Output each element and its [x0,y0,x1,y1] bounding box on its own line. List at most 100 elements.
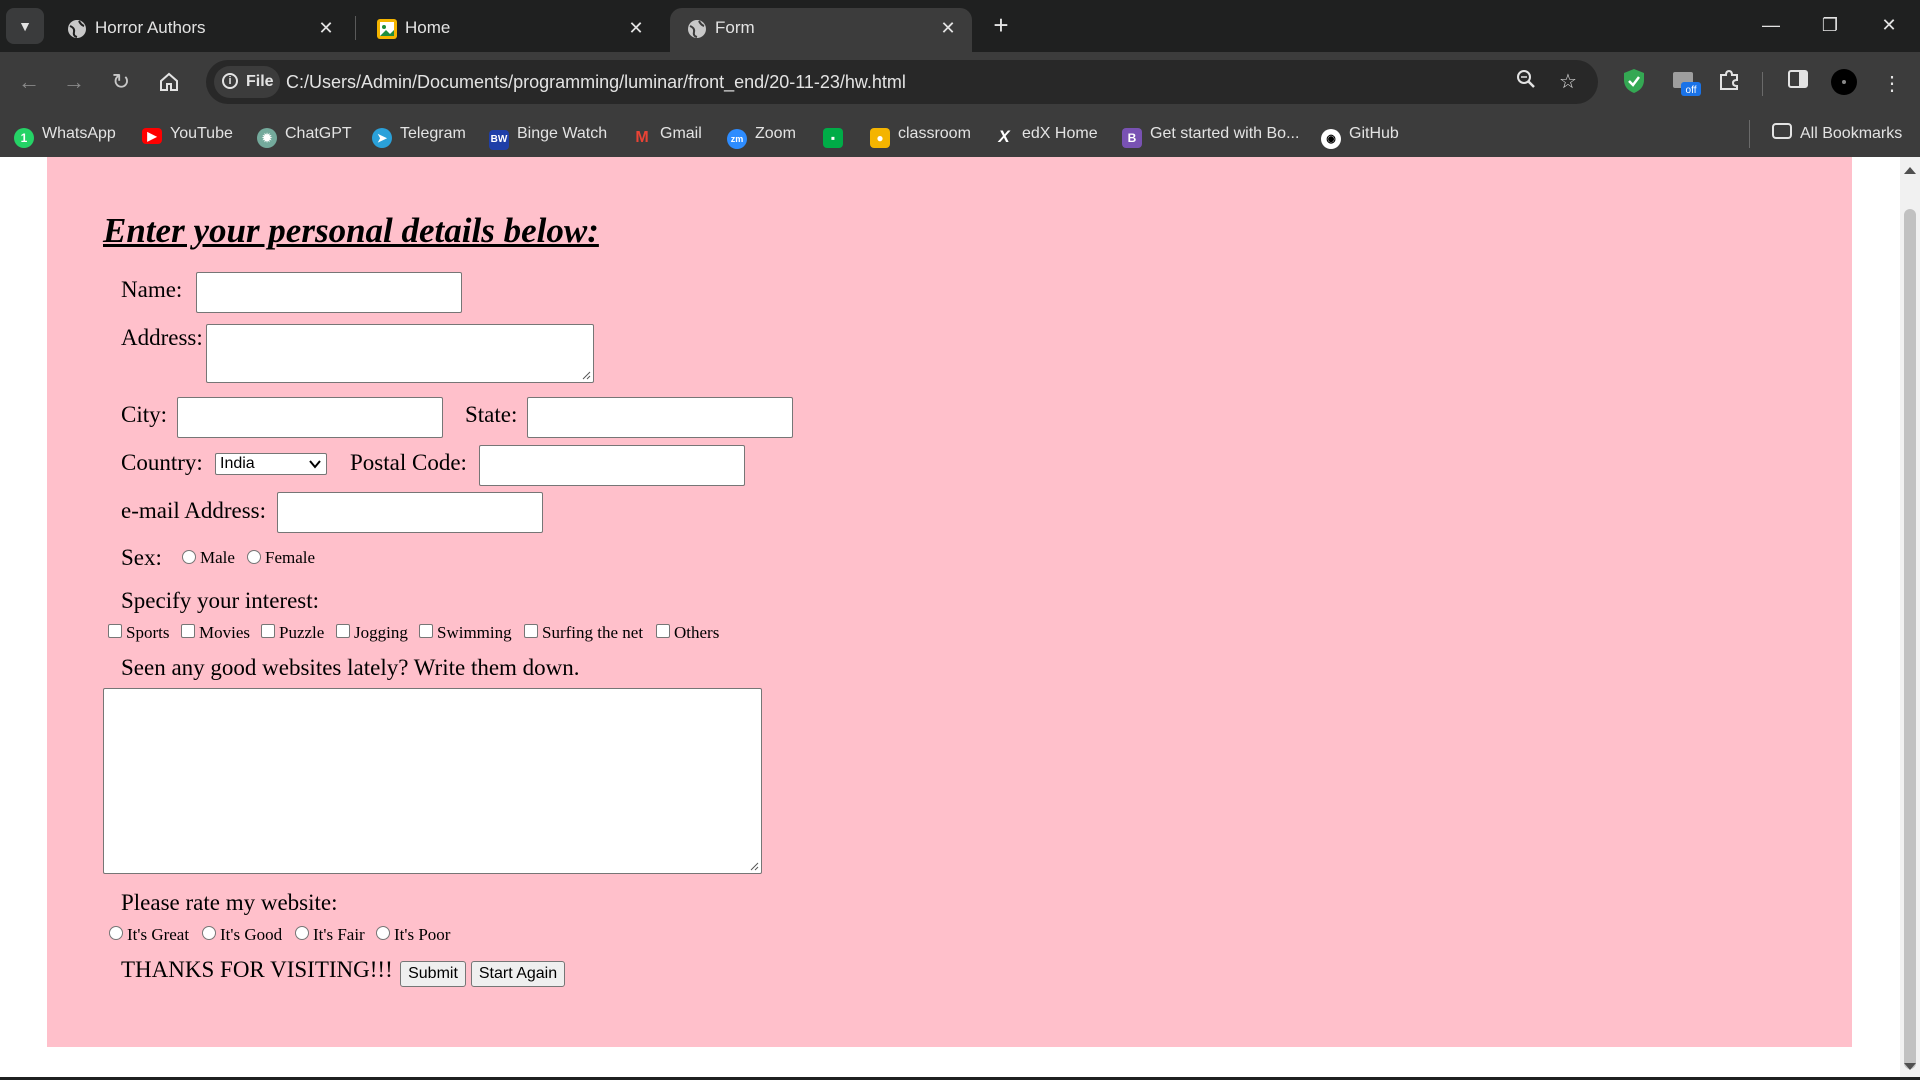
extension-shield-button[interactable] [1618,68,1650,100]
globe-icon [688,20,706,38]
submit-button[interactable]: Submit [400,961,466,987]
interest-option-label: Movies [199,623,250,642]
interest-checkbox-surfing[interactable] [524,624,538,638]
rating-radio-poor[interactable] [376,926,390,940]
interest-checkbox-jogging[interactable] [336,624,350,638]
side-panel-button[interactable] [1782,68,1814,100]
interest-checkbox-swimming[interactable] [419,624,433,638]
interest-checkbox-puzzle[interactable] [261,624,275,638]
url-text[interactable]: C:/Users/Admin/Documents/programming/lum… [286,60,906,104]
tab-search-button[interactable]: ▼ [6,8,44,44]
reload-button[interactable]: ↻ [103,64,139,100]
back-button[interactable]: ← [11,64,47,100]
star-icon: ☆ [1559,71,1577,93]
interest-option-label: Swimming [437,623,512,642]
country-select[interactable]: India [215,453,327,475]
shield-icon [1624,69,1644,93]
rating-option-label: It's Fair [313,925,365,944]
bookmark-label: YouTube [170,125,233,142]
minimize-icon: — [1762,15,1780,35]
bookmarks-divider [1749,120,1750,148]
page-scrollbar[interactable] [1900,157,1920,1077]
bookmark-star-button[interactable]: ☆ [1554,68,1582,96]
tab-title: Home [405,18,451,37]
start-again-button[interactable]: Start Again [471,961,565,987]
arrow-right-icon: → [63,69,85,94]
bookmark-chatgpt[interactable]: ✹ ChatGPT [257,121,352,148]
rating-radio-fair[interactable] [295,926,309,940]
bookmark-label: All Bookmarks [1800,125,1903,142]
websites-label: Seen any good websites lately? Write the… [121,655,580,680]
bookmark-github[interactable]: ◉ GitHub [1321,121,1399,149]
image-icon [377,19,397,39]
rating-radio-great[interactable] [109,926,123,940]
zoom-button[interactable] [1512,68,1540,96]
bookmark-youtube[interactable]: ▶ YouTube [142,121,233,147]
extensions-button[interactable] [1713,68,1745,100]
postal-code-input[interactable] [479,445,745,486]
address-textarea[interactable] [206,324,594,383]
interest-checkbox-movies[interactable] [181,624,195,638]
scrollbar-thumb[interactable] [1904,209,1916,1069]
rating-option-label: It's Great [127,925,190,944]
extension-off-icon: off [1673,72,1701,96]
bookmark-bootstrap[interactable]: B Get started with Bo... [1122,121,1299,148]
extension-off-button[interactable]: off [1670,68,1702,100]
bookmark-meet[interactable]: ▪ [823,121,851,148]
tab-horror-authors[interactable]: Horror Authors ✕ [50,8,350,52]
tab-home[interactable]: Home ✕ [360,8,660,52]
browser-menu-button[interactable]: ⋮ [1876,68,1908,100]
bookmark-gmail[interactable]: M Gmail [632,121,701,147]
restore-button[interactable]: ❐ [1810,10,1850,40]
sex-radio-male[interactable] [182,550,196,564]
bookmark-telegram[interactable]: ➤ Telegram [372,121,466,148]
city-input[interactable] [177,397,443,438]
rate-label: Please rate my website: [121,890,338,915]
bootstrap-icon: B [1122,128,1142,148]
site-info-chip[interactable]: i File [214,66,280,98]
bookmark-label: Binge Watch [517,125,608,142]
minimize-button[interactable]: — [1751,10,1791,40]
info-icon: i [222,73,238,89]
bookmark-classroom[interactable]: ● classroom [870,121,971,148]
interest-checkbox-others[interactable] [656,624,670,638]
sex-radio-female[interactable] [247,550,261,564]
all-bookmarks-button[interactable]: All Bookmarks [1772,121,1902,147]
name-input[interactable] [196,272,462,313]
bookmark-edx[interactable]: XedX Home [994,121,1097,147]
city-label: City: [121,402,168,427]
forward-button[interactable]: → [56,64,92,100]
interest-checkbox-sports[interactable] [108,624,122,638]
tab-divider [355,16,356,40]
profile-button[interactable] [1828,68,1860,100]
close-window-button[interactable]: ✕ [1869,10,1909,40]
bookmark-label: Zoom [755,125,796,142]
close-icon[interactable]: ✕ [936,16,960,40]
email-input[interactable] [277,492,543,533]
bookmark-zoom[interactable]: zm Zoom [727,121,796,149]
new-tab-button[interactable]: + [985,10,1017,42]
interest-option-label: Others [674,623,720,642]
resize-grip-icon[interactable] [581,370,591,380]
resize-grip-icon[interactable] [749,861,759,871]
websites-textarea[interactable] [103,688,762,874]
state-input[interactable] [527,397,793,438]
postal-code-label: Postal Code: [350,450,467,475]
chevron-down-icon [309,460,321,469]
site-chip-label: File [246,73,274,90]
edx-icon: X [998,127,1010,146]
address-bar[interactable]: i File C:/Users/Admin/Documents/programm… [206,60,1598,104]
close-icon[interactable]: ✕ [624,16,648,40]
country-select-value: India [220,455,255,472]
bookmark-binge-watch[interactable]: BW Binge Watch [489,121,608,150]
rating-radio-good[interactable] [202,926,216,940]
meet-icon: ▪ [823,128,843,148]
home-button[interactable] [151,64,187,100]
bookmark-label: WhatsApp [42,125,116,142]
scroll-down-arrow-icon[interactable] [1904,1063,1916,1070]
tab-form[interactable]: Form ✕ [670,8,972,52]
close-icon[interactable]: ✕ [314,16,338,40]
arrow-left-icon: ← [18,69,40,94]
scroll-up-arrow-icon[interactable] [1904,167,1916,174]
bookmark-whatsapp[interactable]: 1 WhatsApp [14,121,116,148]
